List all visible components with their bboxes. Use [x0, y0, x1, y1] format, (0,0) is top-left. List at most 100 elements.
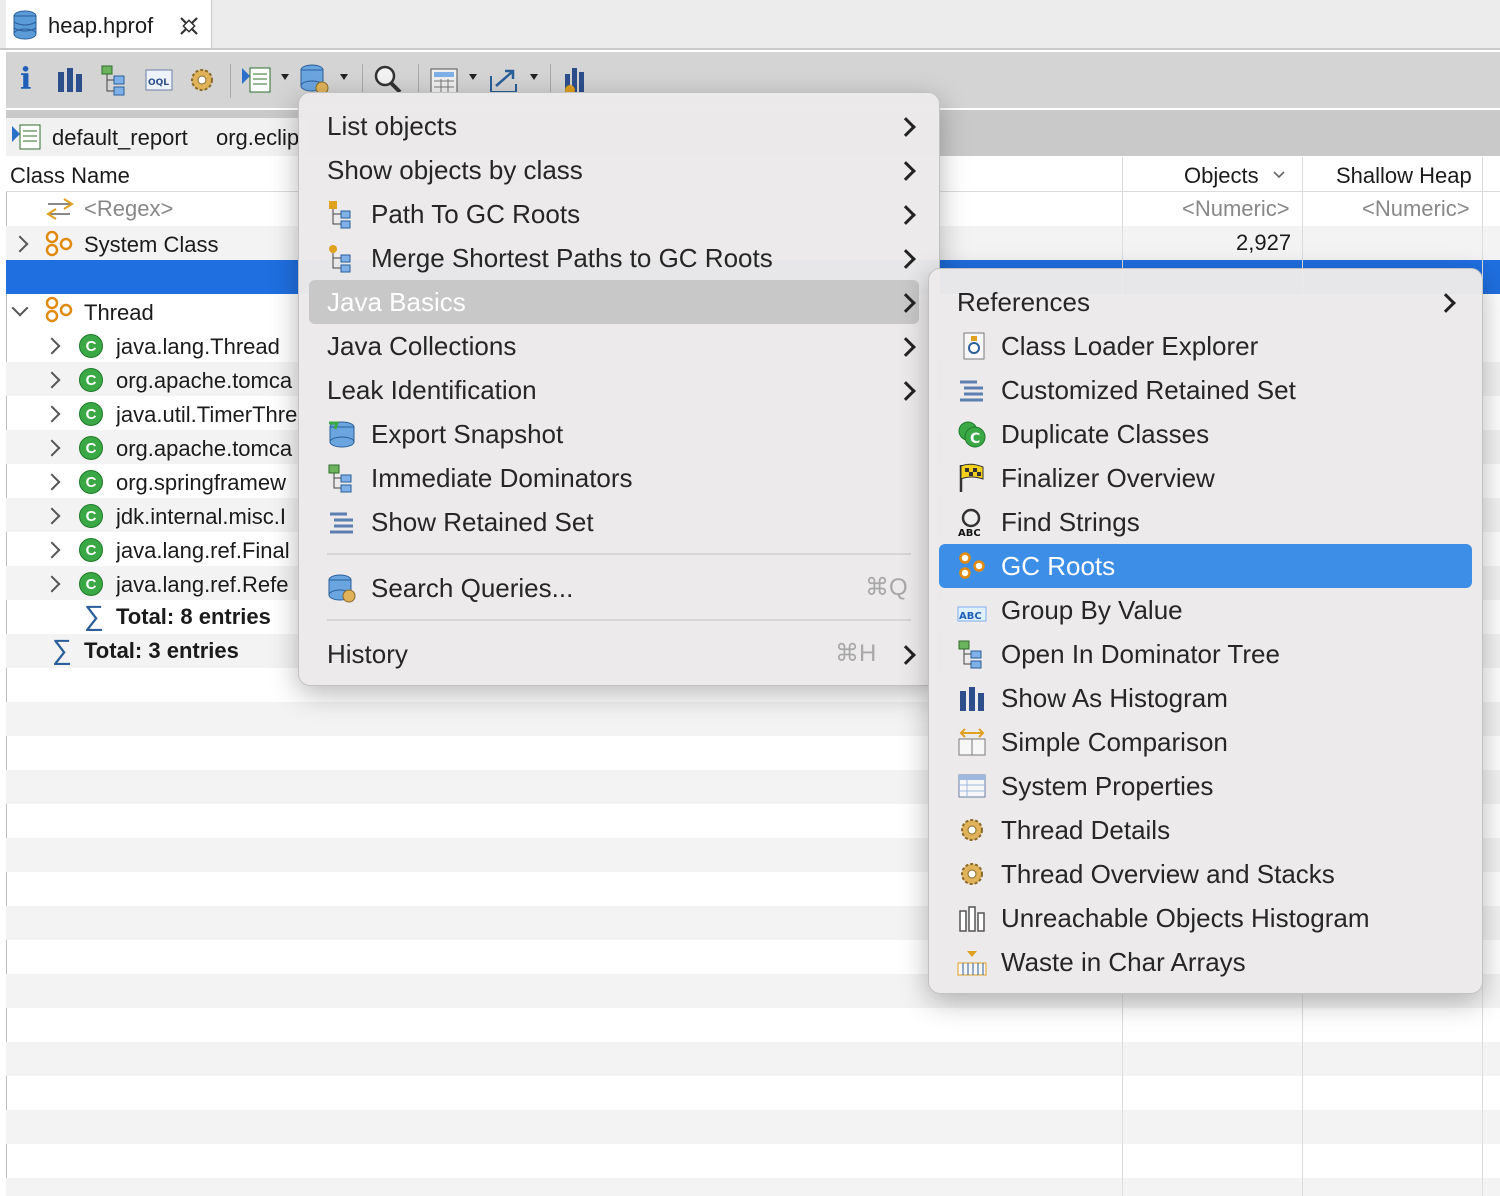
- svg-text:ABC: ABC: [958, 528, 981, 537]
- submenu-item-unreachable-objects-histogram[interactable]: Unreachable Objects Histogram: [957, 896, 1467, 940]
- table-row-label[interactable]: System Class: [84, 232, 218, 258]
- submenu-item-thread-overview-and-stacks[interactable]: Thread Overview and Stacks: [957, 852, 1467, 896]
- submenu-item-open-in-dominator-tree[interactable]: Open In Dominator Tree: [957, 632, 1467, 676]
- submenu-item-customized-retained-set[interactable]: Customized Retained Set: [957, 368, 1467, 412]
- submenu-arrow-icon: [896, 249, 916, 269]
- submenu-arrow-icon: [896, 381, 916, 401]
- path-tree-icon: [329, 201, 351, 229]
- menu-separator: [327, 619, 911, 621]
- reports-dropdown-icon[interactable]: [281, 74, 289, 80]
- submenu-item-references[interactable]: References: [957, 280, 1467, 324]
- gear-icon: [961, 819, 983, 841]
- column-header-class-name[interactable]: Class Name: [10, 163, 130, 189]
- menu-item-path-to-gc-roots[interactable]: Path To GC Roots: [327, 192, 917, 236]
- submenu-item-simple-comparison[interactable]: Simple Comparison: [957, 720, 1467, 764]
- table-row-label[interactable]: Thread: [84, 300, 154, 326]
- table-row-label[interactable]: java.util.TimerThre: [116, 402, 298, 428]
- column-header-objects[interactable]: Objects: [1184, 163, 1259, 189]
- overview-button[interactable]: i: [12, 62, 44, 98]
- unreachable-histogram-icon: [959, 906, 985, 932]
- shortcut-label: ⌘Q: [865, 574, 908, 601]
- menu-item-show-objects-by-class[interactable]: Show objects by class: [327, 148, 917, 192]
- menu-item-export-snapshot[interactable]: Export Snapshot: [327, 412, 917, 456]
- submenu-arrow-icon: [896, 293, 916, 313]
- menu-item-java-collections[interactable]: Java Collections: [327, 324, 917, 368]
- submenu-arrow-icon: [896, 161, 916, 181]
- shortcut-label: ⌘H: [835, 640, 877, 667]
- search-queries-icon: [328, 574, 356, 603]
- calculate-dropdown-icon[interactable]: [469, 74, 477, 80]
- info-icon: i: [20, 62, 32, 97]
- class-loader-icon: [963, 332, 985, 360]
- submenu-item-thread-details[interactable]: Thread Details: [957, 808, 1467, 852]
- class-icon: C: [79, 504, 103, 528]
- column-header-shallow-heap[interactable]: Shallow Heap: [1336, 163, 1472, 189]
- submenu-item-group-by-value[interactable]: ABC Group By Value: [957, 588, 1467, 632]
- report-icon: [12, 124, 41, 150]
- menu-item-list-objects[interactable]: List objects: [327, 104, 917, 148]
- table-icon: [958, 774, 986, 798]
- table-row-label[interactable]: jdk.internal.misc.I: [116, 504, 298, 530]
- class-name-filter[interactable]: <Regex>: [84, 196, 173, 222]
- queries-context-menu: List objects Show objects by class Path …: [298, 92, 940, 686]
- table-row-label[interactable]: java.lang.ref.Final: [116, 538, 298, 564]
- menu-separator: [327, 553, 911, 555]
- submenu-item-waste-in-char-arrays[interactable]: Waste in Char Arrays: [957, 940, 1467, 984]
- class-icon: C: [79, 470, 103, 494]
- histogram-button[interactable]: [54, 62, 86, 98]
- table-row: [6, 1110, 1500, 1144]
- oql-button[interactable]: OQL: [144, 62, 176, 98]
- menu-item-history[interactable]: History ⌘H: [327, 632, 917, 676]
- svg-text:ABC: ABC: [959, 611, 982, 622]
- class-icon: C: [79, 538, 103, 562]
- gear-icon: [961, 863, 983, 885]
- submenu-item-class-loader-explorer[interactable]: Class Loader Explorer: [957, 324, 1467, 368]
- table-row: [6, 1042, 1500, 1076]
- class-icon: C: [79, 368, 103, 392]
- submenu-item-finalizer-overview[interactable]: Finalizer Overview: [957, 456, 1467, 500]
- finish-flag-icon: [959, 463, 984, 492]
- dominator-tree-button[interactable]: [100, 62, 132, 98]
- submenu-item-gc-roots[interactable]: GC Roots: [939, 544, 1472, 588]
- result-tab-default-report[interactable]: default_report org.eclip: [6, 118, 306, 156]
- dominator-tree-icon: [958, 640, 982, 669]
- menu-item-merge-shortest-paths[interactable]: Merge Shortest Paths to GC Roots: [327, 236, 917, 280]
- table-row-label[interactable]: org.apache.tomca: [116, 368, 298, 394]
- char-array-waste-icon: [957, 951, 987, 976]
- objects-filter[interactable]: <Numeric>: [1182, 196, 1290, 222]
- queries-dropdown-icon[interactable]: [340, 74, 348, 80]
- submenu-item-find-strings[interactable]: ABC Find Strings: [957, 500, 1467, 544]
- menu-item-leak-identification[interactable]: Leak Identification: [327, 368, 917, 412]
- submenu-arrow-icon: [1436, 293, 1456, 313]
- menu-item-immediate-dominators[interactable]: Immediate Dominators: [327, 456, 917, 500]
- table-row-label[interactable]: org.springframew: [116, 470, 298, 496]
- submenu-arrow-icon: [896, 117, 916, 137]
- class-icon: C: [79, 402, 103, 426]
- editor-tab-heap[interactable]: heap.hprof: [6, 0, 212, 50]
- table-row-objects: 2,927: [1236, 230, 1292, 255]
- shallow-heap-filter[interactable]: <Numeric>: [1362, 196, 1470, 222]
- submenu-arrow-icon: [896, 645, 916, 665]
- oql-icon: OQL: [145, 69, 173, 91]
- thread-overview-button[interactable]: [186, 62, 218, 98]
- menu-item-java-basics[interactable]: Java Basics: [309, 280, 919, 324]
- submenu-item-duplicate-classes[interactable]: C Duplicate Classes: [957, 412, 1467, 456]
- menu-item-show-retained-set[interactable]: Show Retained Set: [327, 500, 917, 544]
- reports-button[interactable]: [240, 62, 272, 98]
- menu-item-search-queries[interactable]: Search Queries... ⌘Q: [327, 566, 917, 610]
- table-row-label[interactable]: org.apache.tomca: [116, 436, 298, 462]
- table-row-label[interactable]: java.lang.ref.Refe: [116, 572, 298, 598]
- comparison-icon: [958, 728, 986, 756]
- sort-descending-icon[interactable]: [1272, 170, 1286, 180]
- svg-text:C: C: [970, 431, 980, 447]
- submenu-item-system-properties[interactable]: System Properties: [957, 764, 1467, 808]
- export-dropdown-icon[interactable]: [530, 74, 538, 80]
- gear-icon: [191, 69, 213, 91]
- group-by-value-icon: ABC: [957, 606, 987, 622]
- heap-dump-icon: [13, 10, 37, 40]
- merge-paths-icon: [329, 245, 351, 273]
- submenu-item-show-as-histogram[interactable]: Show As Histogram: [957, 676, 1467, 720]
- table-row-label[interactable]: java.lang.Thread: [116, 334, 298, 360]
- close-icon[interactable]: [178, 15, 200, 37]
- result-tab-path: org.eclip: [216, 125, 300, 150]
